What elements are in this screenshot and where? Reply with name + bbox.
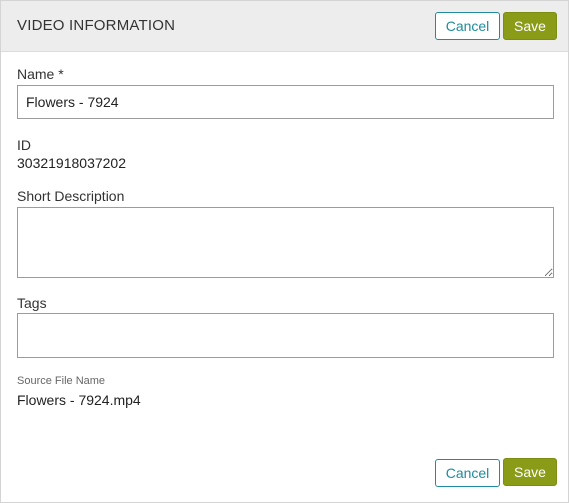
source-file-label: Source File Name <box>17 375 106 387</box>
panel-header: VIDEO INFORMATION Cancel Save <box>1 1 568 52</box>
id-value: 30321918037202 <box>17 155 127 171</box>
cancel-button-top[interactable]: Cancel <box>435 12 500 40</box>
video-information-panel: VIDEO INFORMATION Cancel Save Name * ID … <box>0 0 569 503</box>
tags-input[interactable] <box>17 313 554 358</box>
save-button-top[interactable]: Save <box>503 12 557 40</box>
name-input[interactable] <box>17 85 554 119</box>
tags-label: Tags <box>17 295 47 311</box>
short-description-label: Short Description <box>17 188 125 204</box>
short-description-textarea[interactable] <box>17 207 554 278</box>
id-label: ID <box>17 137 31 153</box>
cancel-button-bottom[interactable]: Cancel <box>435 459 500 487</box>
source-file-value: Flowers - 7924.mp4 <box>17 392 141 408</box>
name-label: Name * <box>17 66 64 82</box>
panel-title: VIDEO INFORMATION <box>17 17 176 34</box>
save-button-bottom[interactable]: Save <box>503 458 557 486</box>
